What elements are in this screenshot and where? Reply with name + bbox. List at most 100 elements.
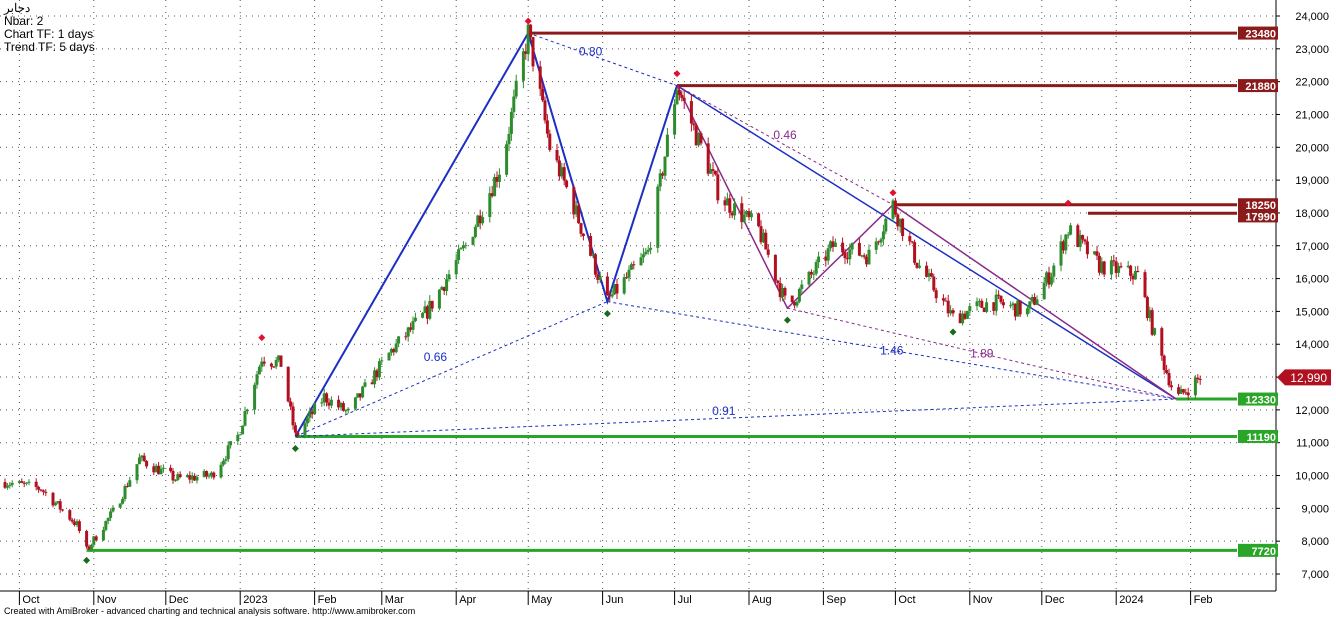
candle-body <box>313 403 317 415</box>
candle-body <box>1169 385 1173 388</box>
y-tick-label: 15,000 <box>1295 306 1329 318</box>
x-tick-label: Sep <box>826 594 846 606</box>
candle-body <box>615 284 619 294</box>
y-tick-label: 23,000 <box>1295 44 1329 56</box>
candle-body <box>1129 265 1133 276</box>
candle-body <box>27 481 31 483</box>
candle-body <box>1109 260 1113 275</box>
candle-body <box>773 254 777 281</box>
candle-body <box>790 295 794 303</box>
chart-legend: دجابر Nbar: 2 Chart TF: 1 days Trend TF:… <box>4 2 95 54</box>
candle-body <box>123 485 127 499</box>
candle-body <box>169 467 173 471</box>
candle-body <box>565 180 569 188</box>
candle-body <box>238 434 242 436</box>
candle-body <box>481 216 485 224</box>
candle-body <box>1018 300 1022 315</box>
trend-timeframe-label: Trend TF: 5 days <box>4 40 95 54</box>
candle-body <box>764 232 768 250</box>
candle-body <box>713 170 717 175</box>
candle-body <box>241 425 245 435</box>
candle-body <box>1102 261 1106 275</box>
candle-body <box>862 255 866 257</box>
y-tick-label: 12,000 <box>1295 405 1329 417</box>
candle-body <box>1162 355 1166 371</box>
retracement-ratio: 1.46 <box>880 343 904 357</box>
candle-body <box>817 256 821 263</box>
support-tag-text: 12330 <box>1245 395 1276 407</box>
candle-body <box>101 529 105 541</box>
retracement-ratio: 0.66 <box>424 350 448 364</box>
candle-body <box>593 254 597 275</box>
candle-body <box>341 403 345 411</box>
candle-body <box>1001 302 1005 306</box>
y-tick-label: 9,000 <box>1301 503 1329 515</box>
candle-body <box>106 517 110 522</box>
candle-body <box>843 252 847 259</box>
y-tick-label: 24,000 <box>1295 11 1329 23</box>
last-price-label: 12,990 <box>1290 371 1327 385</box>
y-tick-label: 8,000 <box>1301 536 1329 548</box>
candle-body <box>464 244 468 246</box>
candle-body <box>61 509 65 511</box>
candle-body <box>437 289 441 309</box>
candle-body <box>514 80 518 97</box>
x-tick-label: Mar <box>385 594 404 606</box>
candle-body <box>447 274 451 280</box>
candle-body <box>711 169 715 171</box>
candle-body <box>646 249 650 252</box>
candle-body <box>58 501 62 510</box>
retracement-ratio: 0.46 <box>773 128 797 142</box>
candle-body <box>457 249 461 261</box>
candle-body <box>44 491 48 493</box>
candle-body <box>677 90 681 96</box>
candle-body <box>274 360 278 367</box>
x-tick-label: May <box>531 594 552 606</box>
candle-body <box>980 300 984 308</box>
x-tick-label: Aug <box>752 594 772 606</box>
candle-body <box>53 503 57 506</box>
candle-body <box>997 294 1001 296</box>
candle-body <box>221 460 225 465</box>
candle-body <box>20 481 24 483</box>
candle-body <box>692 123 696 126</box>
candle-body <box>841 242 845 253</box>
candle-body <box>344 410 348 412</box>
candle-body <box>742 214 746 223</box>
candle-body <box>1009 305 1013 307</box>
candle-body <box>581 233 585 237</box>
x-tick-label: Jun <box>606 594 624 606</box>
candle-body <box>255 374 259 385</box>
candle-body <box>1181 389 1185 393</box>
y-tick-label: 18,000 <box>1295 208 1329 220</box>
candle-body <box>109 511 113 518</box>
x-tick-label: Dec <box>169 594 189 606</box>
candle-body <box>219 464 223 478</box>
candle-body <box>173 479 177 481</box>
candle-body <box>363 382 367 387</box>
candle-body <box>857 242 861 256</box>
candle-body <box>509 111 513 134</box>
candle-body <box>1136 270 1140 273</box>
candle-body <box>421 312 425 318</box>
candle-body <box>649 247 653 250</box>
candle-body <box>800 284 804 289</box>
candle-body <box>37 486 41 490</box>
y-tick-label: 14,000 <box>1295 339 1329 351</box>
candle-body <box>279 355 283 367</box>
candle-body <box>521 51 525 81</box>
candle-body <box>934 290 938 299</box>
candle-body <box>901 218 905 237</box>
candle-body <box>680 95 684 98</box>
candle-body <box>257 366 261 375</box>
support-tag-text: 11190 <box>1247 432 1276 444</box>
candle-body <box>353 397 357 409</box>
candle-body <box>325 393 329 403</box>
candle-body <box>929 273 933 277</box>
retracement-ratio: 0.91 <box>712 404 736 418</box>
candle-body <box>1049 276 1053 285</box>
candle-body <box>171 470 175 481</box>
candle-body <box>118 503 122 508</box>
candle-body <box>1095 251 1099 256</box>
candle-body <box>917 265 921 268</box>
